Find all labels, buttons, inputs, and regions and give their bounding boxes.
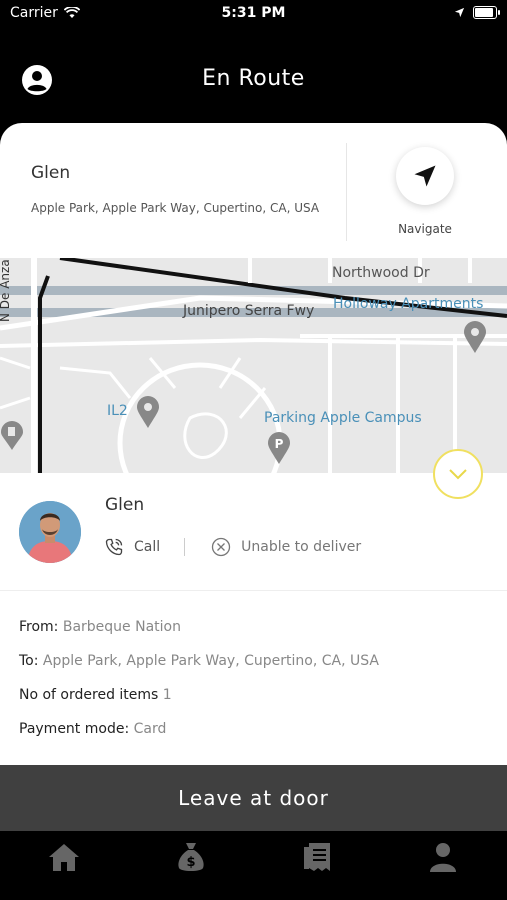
money-bag-icon: $ [178, 843, 204, 871]
main-sheet: Glen Apple Park, Apple Park Way, Cuperti… [0, 123, 507, 765]
location-arrow-icon [454, 7, 465, 18]
items-label: No of ordered items [19, 687, 159, 703]
svg-text:P: P [275, 437, 284, 451]
orders-icon [304, 843, 330, 871]
status-bar: Carrier 5:31 PM [0, 0, 507, 30]
payment-label: Payment mode: [19, 721, 130, 737]
svg-text:$: $ [186, 855, 195, 870]
leave-at-door-button[interactable]: Leave at door [0, 765, 507, 831]
items-value: 1 [162, 687, 172, 703]
map-pin-icon [464, 321, 486, 353]
leave-at-door-label: Leave at door [178, 786, 329, 810]
payment-value: Card [133, 721, 167, 737]
to-row: To: Apple Park, Apple Park Way, Cupertin… [19, 653, 379, 669]
account-icon [430, 843, 456, 872]
unable-to-deliver-button[interactable]: Unable to deliver [211, 537, 361, 557]
from-row: From: Barbeque Nation [19, 619, 181, 635]
map-label-northwood: Northwood Dr [332, 265, 430, 281]
navigation-arrow-icon [414, 165, 436, 187]
call-button[interactable]: Call [104, 537, 160, 557]
call-label: Call [134, 539, 161, 555]
home-icon [49, 844, 79, 871]
items-row: No of ordered items 1 [19, 687, 172, 703]
battery-icon [473, 6, 500, 19]
page-title: En Route [202, 66, 305, 91]
order-details: From: Barbeque Nation To: Apple Park, Ap… [0, 590, 507, 765]
avatar [19, 501, 81, 563]
action-divider [184, 538, 186, 556]
map-label-holloway: Holloway Apartments [333, 296, 484, 312]
status-right [454, 6, 500, 19]
tab-home[interactable] [44, 839, 84, 875]
navigate-button[interactable] [396, 147, 454, 205]
customer-name: Glen [105, 495, 145, 515]
parking-pin-icon: P [268, 432, 290, 464]
to-label: To: [19, 653, 39, 669]
from-label: From: [19, 619, 59, 635]
to-value: Apple Park, Apple Park Way, Cupertino, C… [42, 653, 379, 669]
map-label-junipero: Junipero Serra Fwy [183, 303, 315, 319]
tab-bar: $ [0, 831, 507, 900]
map-label-il2: IL2 [107, 403, 128, 419]
destination-name: Glen [31, 163, 71, 183]
destination-address: Apple Park, Apple Park Way, Cupertino, C… [31, 201, 320, 215]
navigate-label: Navigate [398, 222, 452, 236]
map-view[interactable]: Northwood Dr Junipero Serra Fwy Holloway… [0, 258, 507, 473]
divider [346, 143, 347, 241]
tab-earnings[interactable]: $ [171, 839, 211, 875]
from-value: Barbeque Nation [62, 619, 181, 635]
customer-actions: Call Unable to deliver [104, 537, 361, 557]
header: En Route [0, 48, 507, 112]
map-pin-icon [137, 396, 159, 428]
fuel-pin-icon [1, 421, 23, 450]
tab-account[interactable] [423, 839, 463, 875]
map-roads [0, 258, 507, 473]
avatar-image [19, 501, 81, 563]
close-circle-icon [211, 537, 231, 557]
map-label-de-anza: N De Anza Blvd [0, 258, 12, 322]
map-label-parking: Parking Apple Campus [264, 410, 422, 426]
clock: 5:31 PM [221, 5, 286, 21]
customer-card: Glen Call Unable to deliver [0, 473, 507, 590]
payment-row: Payment mode: Card [19, 721, 166, 737]
phone-icon [105, 538, 123, 556]
destination-card: Glen Apple Park, Apple Park Way, Cuperti… [0, 123, 507, 258]
unable-to-deliver-label: Unable to deliver [241, 539, 362, 555]
tab-orders[interactable] [297, 839, 337, 875]
